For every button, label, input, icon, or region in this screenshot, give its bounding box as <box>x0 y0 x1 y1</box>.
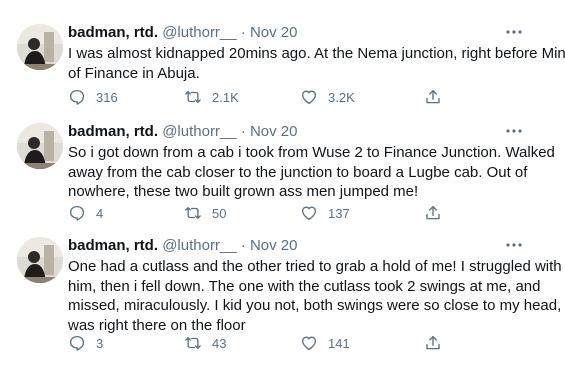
retweet-button[interactable]: 43 <box>184 333 226 353</box>
reply-count: 3 <box>96 335 104 351</box>
share-icon <box>424 334 442 352</box>
separator-dot: · <box>240 24 246 41</box>
like-count: 141 <box>328 335 350 351</box>
like-count: 3.2K <box>328 89 355 105</box>
separator-dot: · <box>240 237 246 254</box>
tweet-date[interactable]: Nov 20 <box>250 237 298 254</box>
retweet-count: 2.1K <box>212 89 239 105</box>
heart-icon <box>300 88 318 106</box>
author-handle[interactable]: @luthorr__ <box>162 123 236 140</box>
share-button[interactable] <box>424 87 442 107</box>
retweet-icon <box>184 334 202 352</box>
like-button[interactable]: 141 <box>300 333 350 353</box>
more-icon[interactable] <box>505 25 523 39</box>
heart-icon <box>300 334 318 352</box>
share-button[interactable] <box>424 203 442 223</box>
reply-icon <box>68 88 86 106</box>
retweet-count: 50 <box>212 205 227 221</box>
avatar[interactable] <box>17 123 63 169</box>
like-count: 137 <box>328 205 350 221</box>
reply-count: 4 <box>96 205 104 221</box>
tweet-text-line: him, then i fell down. The one with the … <box>68 277 541 295</box>
tweet-text-line: So i got down from a cab i took from Wus… <box>68 144 555 161</box>
tweet-actions: 3 43 141 <box>68 333 468 353</box>
tweet-text-line: missed, miraculously. I kid you not, bot… <box>68 297 565 314</box>
more-icon[interactable] <box>505 238 523 252</box>
tweet-text-line: I was almost kidnapped 20mins ago. At th… <box>68 45 565 62</box>
author-name[interactable]: badman, rtd. <box>68 123 158 140</box>
tweet-text-line: away from the cab closer to the junction… <box>68 163 528 181</box>
share-button[interactable] <box>424 333 442 353</box>
tweet-actions: 4 50 137 <box>68 203 468 223</box>
retweet-button[interactable]: 50 <box>184 203 226 223</box>
reply-button[interactable]: 3 <box>68 333 103 353</box>
heart-icon <box>300 204 318 222</box>
author-name[interactable]: badman, rtd. <box>68 24 158 41</box>
retweet-button[interactable]: 2.1K <box>184 87 239 107</box>
reply-icon <box>68 334 86 352</box>
tweet-header: badman, rtd. @luthorr__ · Nov 20 <box>68 237 298 255</box>
separator-dot: · <box>240 123 246 140</box>
author-handle[interactable]: @luthorr__ <box>162 237 236 254</box>
tweet-date[interactable]: Nov 20 <box>250 24 298 41</box>
tweet-thread: badman, rtd. @luthorr__ · Nov 20 I was a… <box>0 0 565 369</box>
retweet-icon <box>184 204 202 222</box>
retweet-icon <box>184 88 202 106</box>
author-name[interactable]: badman, rtd. <box>68 237 158 254</box>
tweet-text-line: of Finance in Abuja. <box>68 64 200 82</box>
author-handle[interactable]: @luthorr__ <box>162 24 236 41</box>
reply-icon <box>68 204 86 222</box>
like-button[interactable]: 137 <box>300 203 350 223</box>
avatar[interactable] <box>17 24 63 70</box>
tweet-header: badman, rtd. @luthorr__ · Nov 20 <box>68 123 298 141</box>
retweet-count: 43 <box>212 335 227 351</box>
tweet-header: badman, rtd. @luthorr__ · Nov 20 <box>68 24 298 42</box>
reply-button[interactable]: 316 <box>68 87 118 107</box>
share-icon <box>424 88 442 106</box>
reply-button[interactable]: 4 <box>68 203 103 223</box>
like-button[interactable]: 3.2K <box>300 87 355 107</box>
tweet-date[interactable]: Nov 20 <box>250 123 298 140</box>
tweet-text: I was almost kidnapped 20mins ago. At th… <box>68 44 565 83</box>
reply-count: 316 <box>96 89 118 105</box>
avatar[interactable] <box>17 237 63 283</box>
tweet-text: So i got down from a cab i took from Wus… <box>68 143 555 202</box>
tweet-actions: 316 2.1K 3.2K <box>68 87 468 107</box>
more-icon[interactable] <box>505 124 523 138</box>
share-icon <box>424 204 442 222</box>
tweet-text-line: One had a cutlass and the other tried to… <box>68 258 562 275</box>
tweet-text: One had a cutlass and the other tried to… <box>68 257 565 335</box>
tweet-text-line: nowhere, these two built grown ass men j… <box>68 183 419 200</box>
